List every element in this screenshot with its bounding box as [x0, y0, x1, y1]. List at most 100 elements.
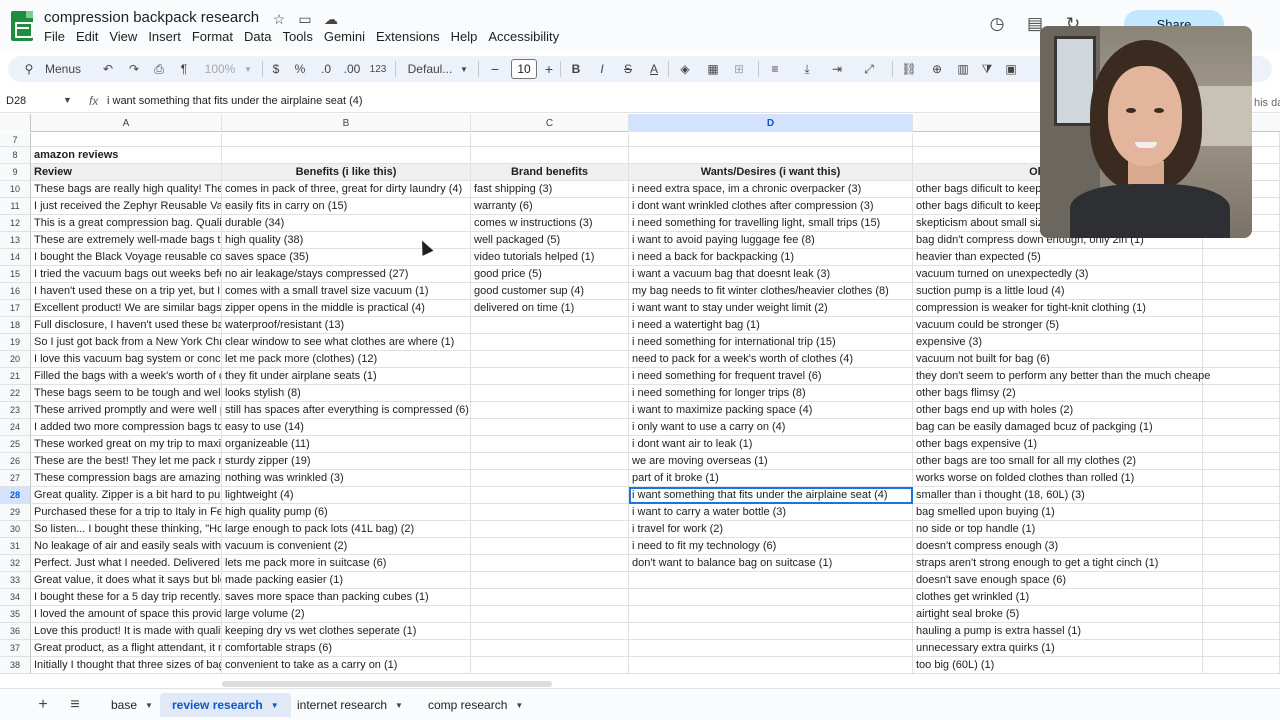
- cell-column-a[interactable]: Perfect. Just what I needed. Delivered e: [31, 555, 222, 572]
- cell-column-a[interactable]: I bought these for a 5 day trip recently…: [31, 589, 222, 606]
- menu-data[interactable]: Data: [244, 29, 277, 44]
- currency-format[interactable]: $: [268, 56, 284, 82]
- cell-column-a[interactable]: I bought the Black Voyage reusable com: [31, 249, 222, 266]
- header-cell-column-c[interactable]: Brand benefits: [471, 164, 629, 181]
- increase-decimal[interactable]: .00: [340, 56, 364, 82]
- cell-column-c[interactable]: [471, 133, 629, 147]
- cell-column-e[interactable]: too big (60L) (1): [913, 657, 1203, 674]
- header-cell-column-d[interactable]: Wants/Desires (i want this): [629, 164, 913, 181]
- star-icon[interactable]: ☆: [270, 10, 288, 28]
- cell-column-e[interactable]: doesn't save enough space (6): [913, 572, 1203, 589]
- cell-column-b[interactable]: comes with a small travel size vacuum (1…: [222, 283, 471, 300]
- cell-column-b[interactable]: easy to use (14): [222, 419, 471, 436]
- cell-column-a[interactable]: These are extremely well-made bags th: [31, 232, 222, 249]
- cell-column-c[interactable]: [471, 470, 629, 487]
- cell-column-c[interactable]: [471, 555, 629, 572]
- cell-column-b[interactable]: [222, 133, 471, 147]
- cell-column-d[interactable]: i travel for work (2): [629, 521, 913, 538]
- cell-column-c[interactable]: [471, 368, 629, 385]
- menu-file[interactable]: File: [44, 29, 71, 44]
- italic-button[interactable]: I: [592, 56, 612, 82]
- cell-column-b[interactable]: saves more space than packing cubes (1): [222, 589, 471, 606]
- cell-column-a[interactable]: These bags seem to be tough and well: [31, 385, 222, 402]
- row-number[interactable]: 12: [0, 215, 31, 232]
- cell-column-e[interactable]: smaller than i thought (18, 60L) (3): [913, 487, 1203, 504]
- cell-column-f[interactable]: [1203, 504, 1280, 521]
- row-number[interactable]: 23: [0, 402, 31, 419]
- name-box-chevron-icon[interactable]: ▼: [63, 95, 72, 105]
- cell-column-d[interactable]: part of it broke (1): [629, 470, 913, 487]
- cell-column-a[interactable]: These arrived promptly and were well p: [31, 402, 222, 419]
- cell-column-f[interactable]: [1203, 283, 1280, 300]
- cell-column-b[interactable]: still has spaces after everything is com…: [222, 402, 471, 419]
- zoom-chevron-icon[interactable]: ▼: [242, 56, 254, 82]
- cell-column-c[interactable]: good customer sup (4): [471, 283, 629, 300]
- cell-column-c[interactable]: [471, 385, 629, 402]
- cell-column-e[interactable]: straps aren't strong enough to get a tig…: [913, 555, 1203, 572]
- cell-column-d[interactable]: we are moving overseas (1): [629, 453, 913, 470]
- text-rotation-icon[interactable]: ⤢: [858, 56, 880, 82]
- cell-column-a[interactable]: So I just got back from a New York Chri: [31, 334, 222, 351]
- cell-column-c[interactable]: [471, 419, 629, 436]
- cell-column-d[interactable]: [629, 623, 913, 640]
- font-select[interactable]: Defaul...: [403, 56, 457, 82]
- cell-column-f[interactable]: [1203, 351, 1280, 368]
- cell-column-f[interactable]: [1203, 572, 1280, 589]
- cell-column-d[interactable]: [629, 133, 913, 147]
- cell-column-c[interactable]: [471, 589, 629, 606]
- row-number[interactable]: 7: [0, 133, 31, 147]
- cell-column-c[interactable]: [471, 317, 629, 334]
- menu-gemini[interactable]: Gemini: [324, 29, 371, 44]
- cloud-status-icon[interactable]: ☁: [322, 10, 340, 28]
- cell-column-c[interactable]: [471, 538, 629, 555]
- cell-column-f[interactable]: [1203, 334, 1280, 351]
- cell-column-c[interactable]: [471, 436, 629, 453]
- cell-column-c[interactable]: [471, 351, 629, 368]
- cell-column-b[interactable]: keeping dry vs wet clothes seperate (1): [222, 623, 471, 640]
- number-format[interactable]: 123: [368, 56, 388, 82]
- font-chevron-icon[interactable]: ▼: [458, 56, 470, 82]
- cell-column-d[interactable]: i want something that fits under the air…: [629, 487, 913, 504]
- cell-column-b[interactable]: high quality (38): [222, 232, 471, 249]
- cell-column-d[interactable]: i dont want air to leak (1): [629, 436, 913, 453]
- cell-column-b[interactable]: made packing easier (1): [222, 572, 471, 589]
- cell-column-d[interactable]: i want want to stay under weight limit (…: [629, 300, 913, 317]
- increase-font-size-icon[interactable]: +: [540, 56, 558, 82]
- column-header-d[interactable]: D: [629, 114, 913, 132]
- cell-column-a[interactable]: These compression bags are amazing!: [31, 470, 222, 487]
- cell-column-d[interactable]: i want a vacuum bag that doesnt leak (3): [629, 266, 913, 283]
- cell-column-e[interactable]: suction pump is a little loud (4): [913, 283, 1203, 300]
- cell-column-b[interactable]: organizeable (11): [222, 436, 471, 453]
- text-wrapping-icon[interactable]: ⇥: [826, 56, 848, 82]
- row-number[interactable]: 20: [0, 351, 31, 368]
- menu-edit[interactable]: Edit: [76, 29, 104, 44]
- row-number[interactable]: 17: [0, 300, 31, 317]
- cell-column-f[interactable]: [1203, 640, 1280, 657]
- cell-column-d[interactable]: i only want to use a carry on (4): [629, 419, 913, 436]
- row-number[interactable]: 14: [0, 249, 31, 266]
- cell-column-a[interactable]: Great quality. Zipper is a bit hard to p…: [31, 487, 222, 504]
- cell-column-f[interactable]: [1203, 538, 1280, 555]
- cell-column-f[interactable]: [1203, 606, 1280, 623]
- cell-column-a[interactable]: I just received the Zephyr Reusable Vacu: [31, 198, 222, 215]
- cell-column-d[interactable]: i need something for longer trips (8): [629, 385, 913, 402]
- paint-format-icon[interactable]: ¶: [174, 56, 194, 82]
- row-number[interactable]: 13: [0, 232, 31, 249]
- row-number[interactable]: 16: [0, 283, 31, 300]
- cell-column-b[interactable]: large enough to pack lots (41L bag) (2): [222, 521, 471, 538]
- redo-icon[interactable]: ↷: [124, 56, 144, 82]
- cell-column-e[interactable]: other bags flimsy (2): [913, 385, 1203, 402]
- cell-column-e[interactable]: clothes get wrinkled (1): [913, 589, 1203, 606]
- insert-chart-icon[interactable]: ▥: [952, 56, 974, 82]
- horizontal-align-icon[interactable]: ≡: [764, 56, 786, 82]
- cell-column-c[interactable]: good price (5): [471, 266, 629, 283]
- cell-column-f[interactable]: [1203, 589, 1280, 606]
- row-number[interactable]: 36: [0, 623, 31, 640]
- filter-views-icon[interactable]: ▣: [1000, 56, 1022, 82]
- row-number[interactable]: 27: [0, 470, 31, 487]
- row-number[interactable]: 9: [0, 164, 31, 181]
- cell-column-a[interactable]: These bags are really high quality! They: [31, 181, 222, 198]
- cell-column-e[interactable]: bag can be easily damaged bcuz of packgi…: [913, 419, 1203, 436]
- row-number[interactable]: 25: [0, 436, 31, 453]
- move-folder-icon[interactable]: ▭: [296, 10, 314, 28]
